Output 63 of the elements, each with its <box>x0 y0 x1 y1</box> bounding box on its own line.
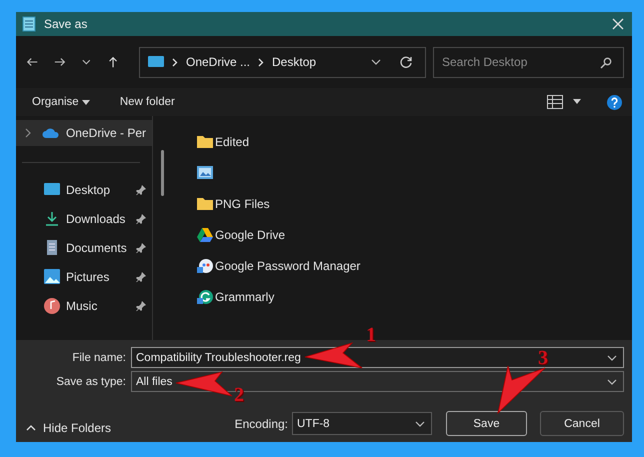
cloud-icon <box>42 128 60 138</box>
chevron-right-icon <box>258 58 264 66</box>
organise-button[interactable]: Organise <box>28 94 94 110</box>
save-as-type-label: Save as type: <box>55 376 127 388</box>
sidebar-item[interactable]: Music <box>16 291 152 320</box>
new-folder-button[interactable]: New folder <box>116 94 179 110</box>
sidebar-item[interactable]: Documents <box>16 233 152 262</box>
sidebar-item[interactable]: OneDrive - Per <box>16 120 152 146</box>
up-arrow-icon[interactable] <box>106 55 119 69</box>
search-field[interactable]: Search Desktop <box>432 46 624 78</box>
encoding-dropdown[interactable]: UTF-8 <box>292 412 432 435</box>
letter-logo-icon <box>197 288 213 304</box>
save-button[interactable]: Save <box>446 411 527 436</box>
caret-icon[interactable] <box>573 99 581 105</box>
address-bar[interactable]: OneDrive ... Desktop <box>138 46 426 78</box>
music-icon <box>44 298 60 314</box>
window-title: Save as <box>44 17 88 31</box>
chevron-down-icon[interactable] <box>607 354 617 360</box>
folder-icon <box>197 197 213 210</box>
hide-folders-button[interactable]: Hide Folders <box>16 416 122 438</box>
triangle-logo-icon <box>197 228 213 242</box>
file-item[interactable]: PNG Files <box>197 188 274 219</box>
back-arrow-icon[interactable] <box>26 55 38 69</box>
chevron-up-icon <box>26 424 36 430</box>
forward-arrow-icon[interactable] <box>54 55 66 69</box>
chevron-right-icon <box>172 58 178 66</box>
scrollbar[interactable] <box>161 150 164 196</box>
chevron-down-icon[interactable] <box>415 420 425 426</box>
annotation-number: 1 <box>366 325 376 345</box>
annotation-number: 3 <box>538 348 548 368</box>
chevron-down-icon[interactable] <box>82 58 91 66</box>
chevron-down-icon[interactable] <box>370 58 381 66</box>
refresh-icon[interactable] <box>398 55 413 69</box>
picture-icon <box>44 269 60 284</box>
file-name-label: File name: <box>71 352 127 364</box>
chevron-down-icon[interactable] <box>607 378 617 384</box>
sidebar-item[interactable]: Downloads <box>16 204 152 233</box>
folder-icon <box>197 135 213 148</box>
notepad-icon <box>22 16 36 32</box>
file-item[interactable]: Google Drive <box>197 219 290 250</box>
sidebar-item[interactable]: Pictures <box>16 262 152 291</box>
annotation-arrow <box>176 371 232 396</box>
view-list-icon[interactable] <box>547 95 563 109</box>
document-icon <box>44 240 60 255</box>
sidebar-item[interactable]: Desktop <box>16 175 152 204</box>
annotation-arrow <box>304 342 362 368</box>
caret-icon <box>82 100 90 105</box>
chevron-right-icon[interactable] <box>24 128 32 138</box>
desktop-icon <box>148 56 164 68</box>
file-item[interactable]: Edited <box>197 126 254 157</box>
search-icon <box>600 56 612 68</box>
breadcrumb-item[interactable]: Desktop <box>272 55 316 69</box>
cancel-button[interactable]: Cancel <box>540 411 624 436</box>
desktop-icon <box>44 183 60 196</box>
help-icon[interactable] <box>607 94 622 110</box>
image-file-icon <box>197 166 213 179</box>
file-item[interactable]: Grammarly <box>197 281 278 312</box>
encoding-label: Encoding: <box>234 416 288 430</box>
breadcrumb-item[interactable]: OneDrive ... <box>186 55 250 69</box>
annotation-arrow <box>497 366 546 414</box>
close-icon[interactable] <box>612 18 624 30</box>
file-item[interactable]: Google Password Manager <box>197 250 364 281</box>
download-icon <box>44 211 60 226</box>
